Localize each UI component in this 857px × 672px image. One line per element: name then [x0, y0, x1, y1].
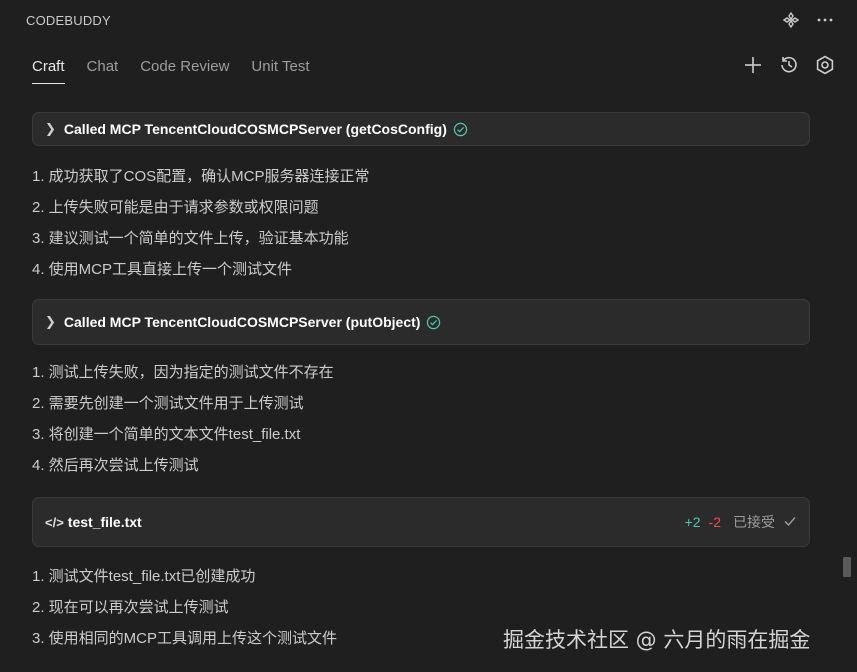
- list-item: 1. 成功获取了COS配置，确认MCP服务器连接正常: [32, 168, 370, 185]
- check-circle-icon: [426, 315, 441, 330]
- extension-icon[interactable]: [781, 10, 801, 30]
- plus-icon[interactable]: [743, 55, 763, 75]
- list-item: 2. 需要先创建一个测试文件用于上传测试: [32, 395, 304, 412]
- list-item: 2. 现在可以再次尝试上传测试: [32, 599, 229, 616]
- more-icon[interactable]: [815, 10, 835, 30]
- file-change-card[interactable]: </> test_file.txt +2 -2 已接受: [32, 497, 810, 547]
- top-bar: CODEBUDDY: [0, 0, 857, 42]
- tab-actions: [743, 55, 835, 75]
- check-icon: [783, 514, 797, 531]
- watermark: 掘金技术社区 @ 六月的雨在掘金: [503, 628, 811, 652]
- mcp-call-card[interactable]: ❯ Called MCP TencentCloudCOSMCPServer (p…: [32, 299, 810, 345]
- list-item: 1. 测试上传失败，因为指定的测试文件不存在: [32, 364, 334, 381]
- summary-list: 1. 测试上传失败，因为指定的测试文件不存在 2. 需要先创建一个测试文件用于上…: [32, 357, 810, 481]
- settings-icon[interactable]: [815, 55, 835, 75]
- accepted-status: 已接受: [733, 514, 775, 530]
- code-icon: </>: [45, 514, 64, 530]
- file-name: test_file.txt: [67, 514, 142, 530]
- conversation: ❯ Called MCP TencentCloudCOSMCPServer (g…: [32, 112, 810, 654]
- mcp-call-label: Called MCP TencentCloudCOSMCPServer (get…: [63, 121, 447, 137]
- list-item: 3. 将创建一个简单的文本文件test_file.txt: [32, 426, 301, 443]
- check-circle-icon: [453, 122, 468, 137]
- file-change-stats: +2 -2 已接受: [685, 512, 797, 532]
- lines-added: +2: [684, 514, 701, 530]
- list-item: 1. 测试文件test_file.txt已创建成功: [32, 568, 256, 585]
- list-item: 2. 上传失败可能是由于请求参数或权限问题: [32, 199, 319, 216]
- lines-removed: -2: [708, 514, 721, 530]
- tab-craft[interactable]: Craft: [32, 58, 65, 84]
- scrollbar-thumb[interactable]: [843, 557, 851, 577]
- tab-code-review[interactable]: Code Review: [140, 58, 229, 84]
- summary-list: 1. 成功获取了COS配置，确认MCP服务器连接正常 2. 上传失败可能是由于请…: [32, 161, 810, 285]
- list-item: 4. 使用MCP工具直接上传一个测试文件: [32, 261, 293, 278]
- top-icons: [781, 10, 835, 30]
- list-item: 4. 然后再次尝试上传测试: [32, 457, 199, 474]
- mcp-call-label: Called MCP TencentCloudCOSMCPServer (put…: [63, 314, 421, 330]
- history-icon[interactable]: [779, 55, 799, 75]
- chevron-right-icon: ❯: [45, 314, 56, 329]
- app-title: CODEBUDDY: [26, 13, 111, 28]
- tab-unit-test[interactable]: Unit Test: [251, 58, 309, 84]
- mcp-call-card[interactable]: ❯ Called MCP TencentCloudCOSMCPServer (g…: [32, 112, 810, 146]
- tab-bar: Craft Chat Code Review Unit Test: [32, 58, 310, 84]
- tab-chat[interactable]: Chat: [87, 58, 119, 84]
- chevron-right-icon: ❯: [45, 121, 56, 136]
- list-item: 3. 建议测试一个简单的文件上传，验证基本功能: [32, 230, 349, 247]
